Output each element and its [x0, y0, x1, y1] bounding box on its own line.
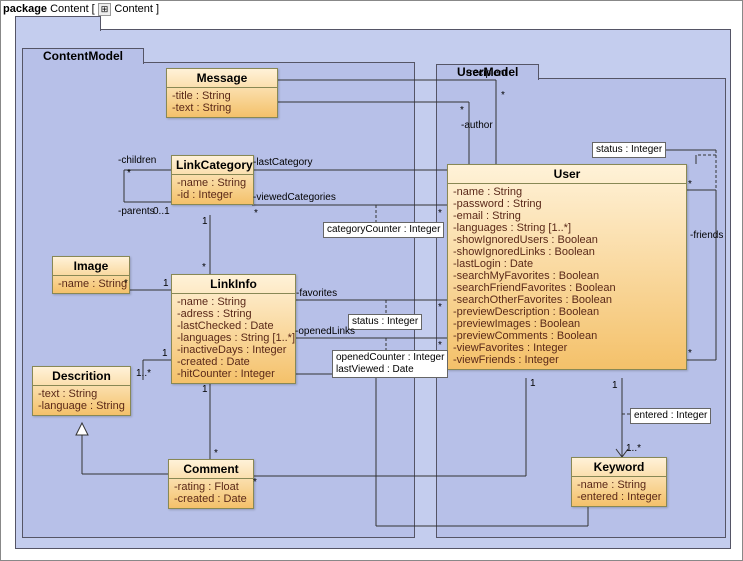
class-message: Message -title : String -text : String [166, 68, 278, 118]
mult: 1..* [136, 368, 151, 379]
assoc-entered: entered : Integer [630, 408, 711, 424]
mult: * [438, 340, 442, 351]
mult: 1 [202, 384, 208, 395]
assoc-categorycounter: categoryCounter : Integer [323, 222, 444, 238]
uml-diagram: package Content [ ⊞ Content ] ContentMod… [0, 0, 743, 561]
label-recipient: -recipient [466, 68, 507, 79]
label-friends: -friends [690, 230, 723, 241]
assoc-status-fav: status : Integer [348, 314, 422, 330]
label-parents: -parents [118, 206, 155, 217]
package-contentmodel-title: ContentModel [22, 48, 144, 64]
mult: 1 [162, 348, 168, 359]
class-image: Image -name : String [52, 256, 130, 294]
mult: * [438, 208, 442, 219]
assoc-status-friends: status : Integer [592, 142, 666, 158]
mult: 0..1 [153, 206, 170, 217]
package-header: package Content [ ⊞ Content ] [3, 3, 159, 16]
mult: * [124, 278, 128, 289]
mult: * [501, 90, 505, 101]
mult: 1 [612, 380, 618, 391]
label-children: -children [118, 155, 156, 166]
mult: 1 [530, 378, 536, 389]
mult: 1..* [626, 443, 641, 454]
class-linkinfo: LinkInfo -name : String -adress : String… [171, 274, 296, 384]
outer-package-tab [15, 16, 101, 31]
mult: 1 [163, 278, 169, 289]
mult: * [688, 179, 692, 190]
mult: * [438, 302, 442, 313]
mult: * [460, 105, 464, 116]
package-icon: ⊞ [98, 3, 112, 16]
mult: 1 [202, 216, 208, 227]
label-openedlinks: -openedLinks [295, 326, 355, 337]
class-description: Descrition -text : String -language : St… [32, 366, 131, 416]
class-linkcategory: LinkCategory -name : String -id : Intege… [171, 155, 254, 205]
mult: * [254, 208, 258, 219]
label-favorites: -favorites [296, 288, 337, 299]
label-viewedcategories: -viewedCategories [253, 192, 336, 203]
label-author: -author [461, 120, 493, 131]
mult: * [688, 348, 692, 359]
mult: * [127, 168, 131, 179]
class-keyword: Keyword -name : String -entered : Intege… [571, 457, 667, 507]
mult: * [202, 262, 206, 273]
mult: * [253, 477, 257, 488]
label-lastcategory: -lastCategory [253, 157, 312, 168]
outer-package: ContentModel UserModel [15, 29, 731, 549]
class-comment: Comment -rating : Float -created : Date [168, 459, 254, 509]
class-user: User -name : String -password : String -… [447, 164, 687, 370]
mult: * [214, 448, 218, 459]
assoc-openedlinks: openedCounter : Integer lastViewed : Dat… [332, 350, 448, 378]
